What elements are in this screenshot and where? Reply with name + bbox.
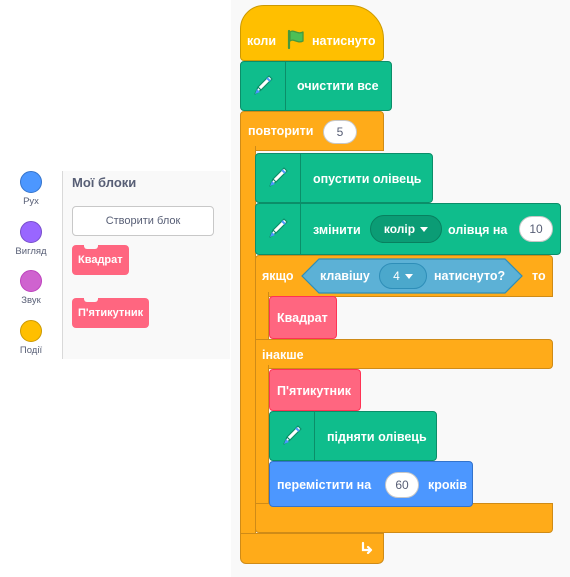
move-steps-value: 60 [395, 478, 409, 492]
events-category-icon [20, 320, 42, 342]
dropdown-arrow-icon [404, 273, 413, 279]
block-label: П'ятикутник [277, 384, 352, 398]
key-dropdown[interactable]: 4 [379, 263, 427, 289]
dropdown-arrow-icon [420, 226, 429, 232]
change-pen-color-block[interactable]: змінити колір олівця на 10 [255, 203, 561, 255]
palette-block-square[interactable]: Квадрат [72, 245, 129, 275]
repeat-count-value: 5 [336, 125, 344, 139]
make-block-button[interactable]: Створити блок [72, 206, 214, 236]
palette-block-pentagon[interactable]: П'ятикутник [72, 298, 150, 328]
category-label: Події [19, 345, 43, 356]
block-label: Квадрат [78, 254, 123, 266]
category-label: Звук [21, 295, 41, 306]
pen-up-block[interactable]: підняти олівець [269, 411, 437, 461]
then-label: то [532, 269, 546, 283]
block-label: П'ятикутник [78, 307, 144, 319]
block-label-steps: кроків [428, 478, 467, 492]
change-amount-value: 10 [529, 222, 543, 236]
pen-icon [264, 163, 292, 194]
my-blocks-section: Мої блоки Створити блок Квадрат П'ятикут… [63, 171, 230, 359]
dropdown-value: 4 [393, 269, 400, 283]
if-else-block-foot [255, 503, 553, 533]
repeat-block-arm [240, 146, 256, 540]
key-label: клавішу [320, 269, 370, 283]
sound-category-icon [20, 270, 42, 292]
category-label: Вигляд [15, 246, 47, 257]
section-title: Мої блоки [72, 175, 137, 190]
repeat-loop-arrow-icon [360, 540, 374, 559]
block-label-change: змінити [313, 223, 361, 237]
repeat-label: повторити [248, 124, 314, 138]
category-menu: Рух Вигляд Звук Події [0, 171, 63, 359]
looks-category-icon [20, 221, 42, 243]
move-steps-block[interactable]: перемістити на 60 кроків [269, 461, 473, 507]
block-label: Квадрат [277, 311, 328, 325]
dropdown-value: колір [383, 222, 416, 236]
pen-extension-icon-wrap [256, 204, 301, 254]
repeat-count-input[interactable]: 5 [323, 120, 357, 144]
if-label: якщо [262, 269, 294, 283]
pen-icon [249, 71, 277, 102]
block-label: опустити олівець [313, 172, 422, 186]
else-label: інакше [262, 348, 304, 362]
pen-param-dropdown[interactable]: колір [370, 215, 442, 243]
if-else-block-arm-upper [255, 292, 269, 342]
call-pentagon-block[interactable]: П'ятикутник [269, 369, 361, 411]
block-notch [84, 298, 98, 302]
green-flag-icon [285, 28, 307, 55]
hat-label-clicked: натиснуто [312, 34, 376, 48]
pressed-label: натиснуто? [434, 269, 506, 283]
block-label: підняти олівець [327, 430, 427, 444]
pen-down-block[interactable]: опустити олівець [255, 153, 433, 203]
block-notch [84, 245, 98, 249]
block-label-move: перемістити на [277, 478, 372, 492]
category-sound[interactable]: Звук [0, 270, 62, 306]
block-label-by: олівця на [448, 223, 508, 237]
pen-icon [264, 214, 292, 245]
category-looks[interactable]: Вигляд [0, 221, 62, 257]
call-square-block[interactable]: Квадрат [269, 296, 337, 339]
block-palette: Рух Вигляд Звук Події Мої блоки Створити… [0, 171, 230, 359]
change-amount-input[interactable]: 10 [519, 216, 553, 242]
pen-extension-icon-wrap [241, 62, 286, 110]
pen-extension-icon-wrap [270, 412, 315, 460]
category-label: Рух [23, 196, 39, 207]
when-flag-clicked-block[interactable] [240, 5, 384, 61]
pen-clear-block[interactable]: очистити все [240, 61, 392, 111]
block-label: очистити все [297, 79, 379, 93]
pen-extension-icon-wrap [256, 154, 301, 202]
if-else-block-arm-lower [255, 365, 269, 507]
category-events[interactable]: Події [0, 320, 62, 356]
pen-icon [278, 421, 306, 452]
category-motion[interactable]: Рух [0, 171, 62, 207]
move-steps-input[interactable]: 60 [385, 472, 419, 498]
key-pressed-condition[interactable]: клавішу 4 натиснуто? [301, 258, 523, 294]
hat-label-when: коли [247, 34, 277, 48]
motion-category-icon [20, 171, 42, 193]
